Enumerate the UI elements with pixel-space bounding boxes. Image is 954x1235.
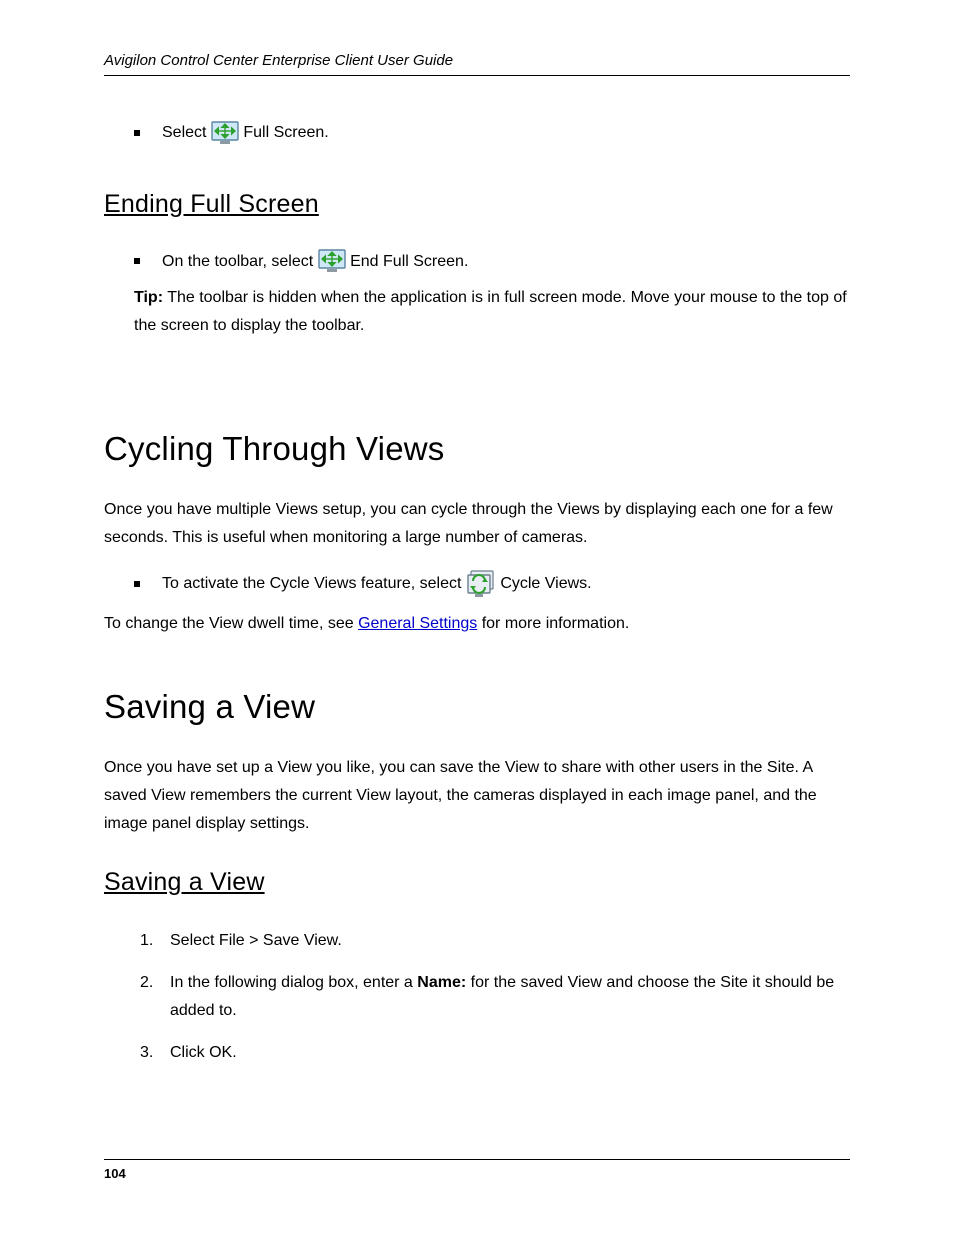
link-general-settings[interactable]: General Settings — [358, 615, 477, 632]
step-bold: Name: — [417, 974, 466, 991]
heading-cycling-views: Cycling Through Views — [104, 430, 850, 468]
step-text: Select File > Save View. — [170, 927, 850, 955]
fullscreen-icon — [318, 249, 346, 273]
bullet-end-fullscreen: On the toolbar, select End Full Screen. — [134, 249, 850, 275]
page-number: 104 — [104, 1166, 126, 1181]
paragraph-saving: Once you have set up a View you like, yo… — [104, 754, 850, 838]
step-text: Click OK. — [170, 1039, 850, 1067]
page-footer: 104 — [104, 1159, 850, 1181]
tip-label: Tip: — [134, 289, 163, 306]
tip-text: The toolbar is hidden when the applicati… — [134, 289, 847, 334]
bullet-cycle-views: To activate the Cycle Views feature, sel… — [134, 570, 850, 598]
ordered-list-save-steps: 1. Select File > Save View. 2. In the fo… — [140, 927, 850, 1067]
paragraph-cycling: Once you have multiple Views setup, you … — [104, 496, 850, 552]
text: To activate the Cycle Views feature, sel… — [162, 575, 466, 592]
list-number: 2. — [140, 969, 160, 1025]
cycle-views-icon — [466, 570, 496, 598]
bullet-icon — [134, 258, 140, 264]
list-item: 2. In the following dialog box, enter a … — [140, 969, 850, 1025]
running-header: Avigilon Control Center Enterprise Clien… — [104, 52, 850, 76]
bullet-icon — [134, 130, 140, 136]
text: End Full Screen. — [350, 253, 468, 270]
bullet-icon — [134, 581, 140, 587]
list-number: 3. — [140, 1039, 160, 1067]
text: Full Screen. — [243, 124, 328, 141]
text: for more information. — [477, 615, 629, 632]
list-number: 1. — [140, 927, 160, 955]
list-item: 3. Click OK. — [140, 1039, 850, 1067]
tip-paragraph: Tip: The toolbar is hidden when the appl… — [134, 284, 850, 340]
paragraph-cycle-link: To change the View dwell time, see Gener… — [104, 610, 850, 638]
step-text: In the following dialog box, enter a — [170, 974, 417, 991]
heading-ending-full-screen: Ending Full Screen — [104, 190, 850, 219]
subheading-saving-a-view: Saving a View — [104, 868, 850, 897]
text: To change the View dwell time, see — [104, 615, 358, 632]
list-item: 1. Select File > Save View. — [140, 927, 850, 955]
text: On the toolbar, select — [162, 253, 318, 270]
bullet-enter-fullscreen: Select Full Screen. — [134, 120, 850, 146]
text: Select — [162, 124, 211, 141]
heading-saving-a-view: Saving a View — [104, 688, 850, 726]
text: Cycle Views. — [500, 575, 591, 592]
fullscreen-icon — [211, 121, 239, 145]
